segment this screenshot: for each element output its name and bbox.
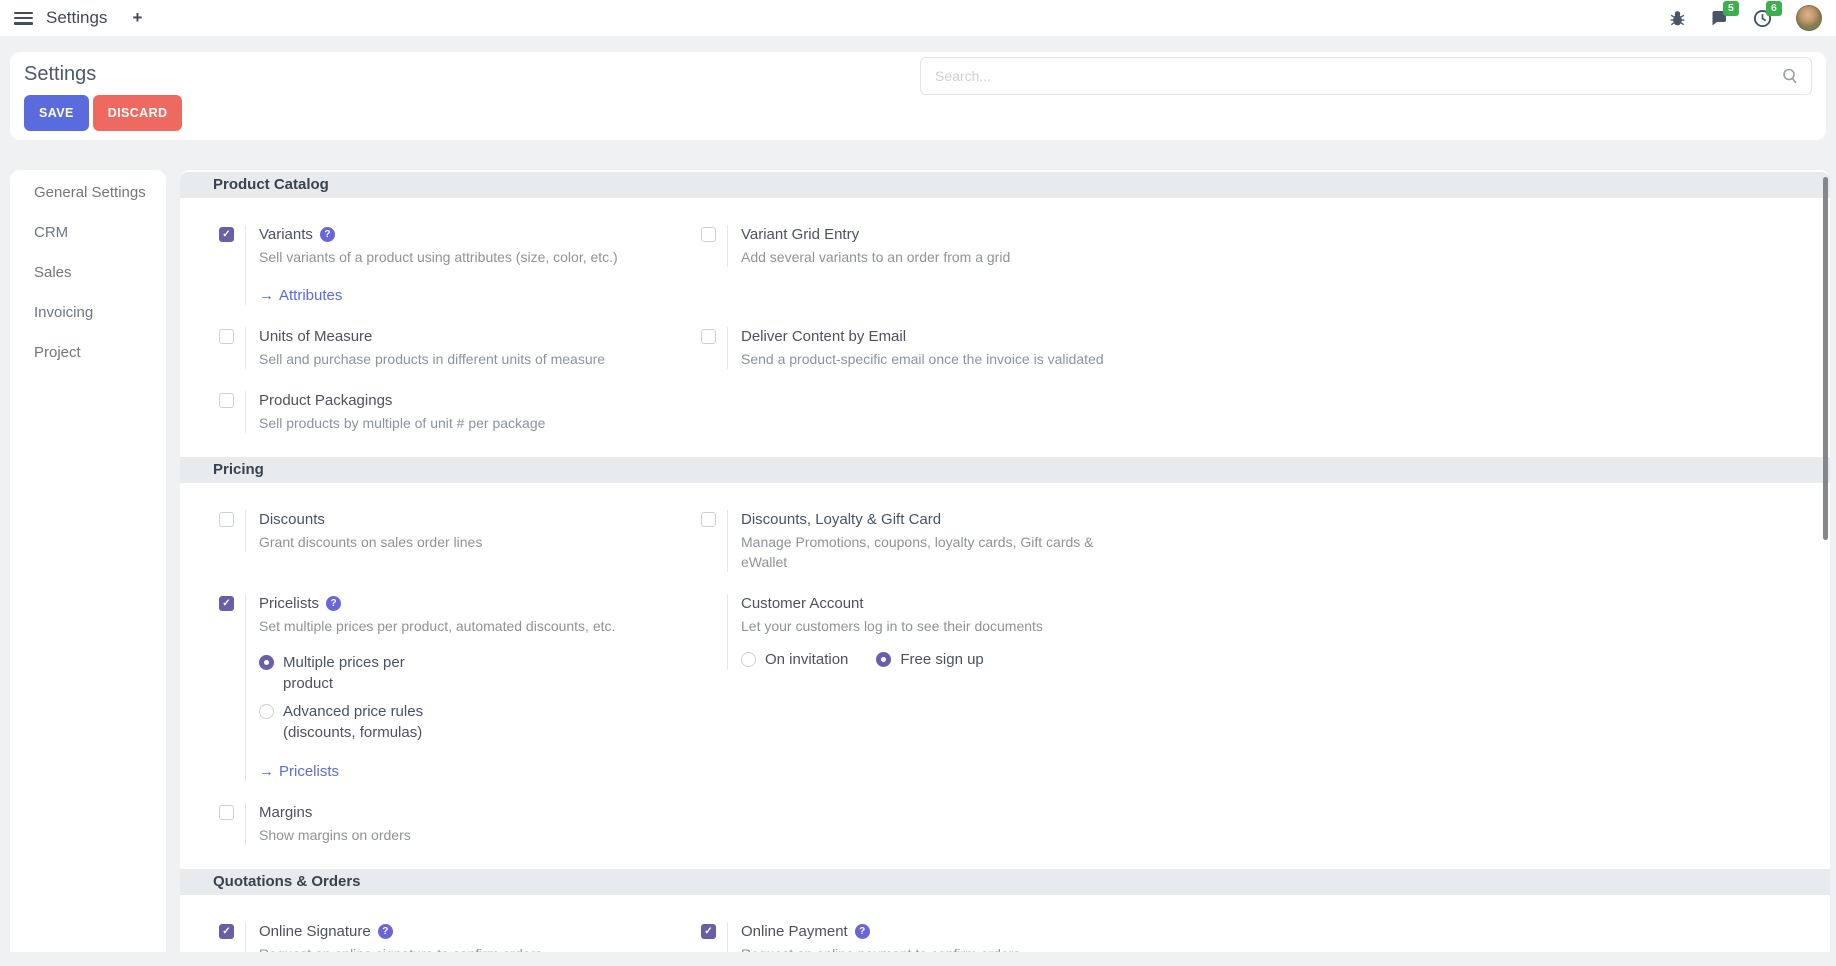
units-of-measure-label[interactable]: Units of Measure xyxy=(259,327,372,346)
section-header-quotations-orders: Quotations & Orders xyxy=(180,869,1830,895)
variants-description: Sell variants of a product using attribu… xyxy=(259,247,659,267)
setting-variant-grid-entry: Variant Grid Entry Add several variants … xyxy=(701,225,1830,305)
radio-selected-icon[interactable] xyxy=(876,652,891,667)
margins-checkbox[interactable] xyxy=(219,805,234,820)
setting-online-signature: ✓ Online Signature ? Request an online s… xyxy=(219,922,701,952)
settings-content: Product Catalog ✓ Variants ? Sell varian… xyxy=(180,170,1830,952)
setting-margins: Margins Show margins on orders xyxy=(219,803,701,845)
pricelists-description: Set multiple prices per product, automat… xyxy=(259,616,659,636)
margins-label[interactable]: Margins xyxy=(259,803,312,822)
discounts-label[interactable]: Discounts xyxy=(259,510,325,529)
search-input[interactable] xyxy=(920,57,1812,95)
radio-free-sign-up[interactable]: Free sign up xyxy=(876,649,983,670)
variant-grid-entry-description: Add several variants to an order from a … xyxy=(741,247,1141,267)
vertical-scrollbar[interactable] xyxy=(1823,177,1828,540)
section-header-product-catalog: Product Catalog xyxy=(180,172,1830,198)
customer-account-description: Let your customers log in to see their d… xyxy=(741,616,1141,636)
units-of-measure-description: Sell and purchase products in different … xyxy=(259,349,659,369)
navbar-app-title[interactable]: Settings xyxy=(46,8,107,28)
discounts-description: Grant discounts on sales order lines xyxy=(259,532,659,552)
product-packagings-label[interactable]: Product Packagings xyxy=(259,391,392,410)
online-payment-description: Request an online payment to confirm ord… xyxy=(741,944,1141,952)
activities-clock-icon[interactable]: 6 xyxy=(1753,9,1772,28)
new-tab-plus-icon[interactable]: + xyxy=(132,8,142,28)
radio-selected-icon[interactable] xyxy=(259,655,274,670)
setting-pricelists: ✓ Pricelists ? Set multiple prices per p… xyxy=(219,594,701,781)
variant-grid-entry-label[interactable]: Variant Grid Entry xyxy=(741,225,859,244)
arrow-right-icon: → xyxy=(259,763,274,780)
user-avatar[interactable] xyxy=(1796,5,1822,31)
setting-customer-account: Customer Account Let your customers log … xyxy=(701,594,1830,781)
loyalty-gift-card-label[interactable]: Discounts, Loyalty & Gift Card xyxy=(741,510,941,529)
product-packagings-description: Sell products by multiple of unit # per … xyxy=(259,413,659,433)
check-icon: ✓ xyxy=(222,598,230,609)
help-icon[interactable]: ? xyxy=(320,227,335,242)
help-icon[interactable]: ? xyxy=(855,924,870,939)
section-header-pricing: Pricing xyxy=(180,457,1830,483)
setting-deliver-content-by-email: Deliver Content by Email Send a product-… xyxy=(701,327,1830,369)
radio-unselected-icon[interactable] xyxy=(259,704,274,719)
deliver-content-checkbox[interactable] xyxy=(701,329,716,344)
product-packagings-checkbox[interactable] xyxy=(219,393,234,408)
setting-discounts: Discounts Grant discounts on sales order… xyxy=(219,510,701,572)
discard-button[interactable]: DISCARD xyxy=(93,95,183,131)
deliver-content-label[interactable]: Deliver Content by Email xyxy=(741,327,906,346)
setting-units-of-measure: Units of Measure Sell and purchase produ… xyxy=(219,327,701,369)
help-icon[interactable]: ? xyxy=(326,596,341,611)
control-panel: Settings SAVE DISCARD xyxy=(10,52,1826,140)
variants-checkbox[interactable]: ✓ xyxy=(219,227,234,242)
section-body-pricing: Discounts Grant discounts on sales order… xyxy=(180,483,1830,869)
sidebar-item-invoicing[interactable]: Invoicing xyxy=(10,293,166,333)
activities-count-badge: 6 xyxy=(1766,1,1782,16)
section-body-product-catalog: ✓ Variants ? Sell variants of a product … xyxy=(180,198,1830,457)
check-icon: ✓ xyxy=(222,229,230,240)
search-icon[interactable] xyxy=(1781,67,1799,85)
margins-description: Show margins on orders xyxy=(259,825,659,845)
variants-label[interactable]: Variants xyxy=(259,225,313,244)
apps-menu-icon[interactable] xyxy=(14,12,33,25)
sidebar-item-general-settings[interactable]: General Settings xyxy=(10,173,166,213)
pricelists-link[interactable]: → Pricelists xyxy=(259,763,339,780)
save-button[interactable]: SAVE xyxy=(24,95,89,131)
arrow-right-icon: → xyxy=(259,287,274,304)
sidebar-item-crm[interactable]: CRM xyxy=(10,213,166,253)
discounts-checkbox[interactable] xyxy=(219,512,234,527)
sidebar-item-project[interactable]: Project xyxy=(10,333,166,373)
online-payment-checkbox[interactable]: ✓ xyxy=(701,924,716,939)
radio-unselected-icon[interactable] xyxy=(741,652,756,667)
check-icon: ✓ xyxy=(704,926,712,937)
pricelists-radio-group: Multiple prices per product Advanced pri… xyxy=(259,652,701,743)
attributes-link[interactable]: → Attributes xyxy=(259,287,342,304)
check-icon: ✓ xyxy=(222,926,230,937)
online-signature-description: Request an online signature to confirm o… xyxy=(259,944,659,952)
variant-grid-entry-checkbox[interactable] xyxy=(701,227,716,242)
setting-loyalty-gift-card: Discounts, Loyalty & Gift Card Manage Pr… xyxy=(701,510,1830,572)
setting-product-packagings: Product Packagings Sell products by mult… xyxy=(219,391,701,433)
debug-bug-icon[interactable] xyxy=(1669,10,1686,27)
pricelists-checkbox[interactable]: ✓ xyxy=(219,596,234,611)
loyalty-gift-card-checkbox[interactable] xyxy=(701,512,716,527)
sidebar-item-sales[interactable]: Sales xyxy=(10,253,166,293)
customer-account-label: Customer Account xyxy=(741,594,864,613)
deliver-content-description: Send a product-specific email once the i… xyxy=(741,349,1141,369)
pricelists-label[interactable]: Pricelists xyxy=(259,594,319,613)
setting-online-payment: ✓ Online Payment ? Request an online pay… xyxy=(701,922,1830,952)
loyalty-gift-card-description: Manage Promotions, coupons, loyalty card… xyxy=(741,532,1141,572)
top-navbar: Settings + 5 6 xyxy=(0,0,1836,36)
setting-variants: ✓ Variants ? Sell variants of a product … xyxy=(219,225,701,305)
online-signature-label[interactable]: Online Signature xyxy=(259,922,371,941)
help-icon[interactable]: ? xyxy=(378,924,393,939)
online-payment-label[interactable]: Online Payment xyxy=(741,922,848,941)
online-signature-checkbox[interactable]: ✓ xyxy=(219,924,234,939)
messages-icon[interactable]: 5 xyxy=(1710,9,1729,27)
settings-sidebar: General Settings CRM Sales Invoicing Pro… xyxy=(10,170,166,952)
messages-count-badge: 5 xyxy=(1723,1,1739,16)
customer-account-radio-group: On invitation Free sign up xyxy=(741,649,1830,670)
radio-on-invitation[interactable]: On invitation xyxy=(741,649,848,670)
section-body-quotations-orders: ✓ Online Signature ? Request an online s… xyxy=(180,895,1830,952)
units-of-measure-checkbox[interactable] xyxy=(219,329,234,344)
radio-multiple-prices[interactable]: Multiple prices per product xyxy=(259,652,701,694)
radio-advanced-price-rules[interactable]: Advanced price rules (discounts, formula… xyxy=(259,701,701,743)
